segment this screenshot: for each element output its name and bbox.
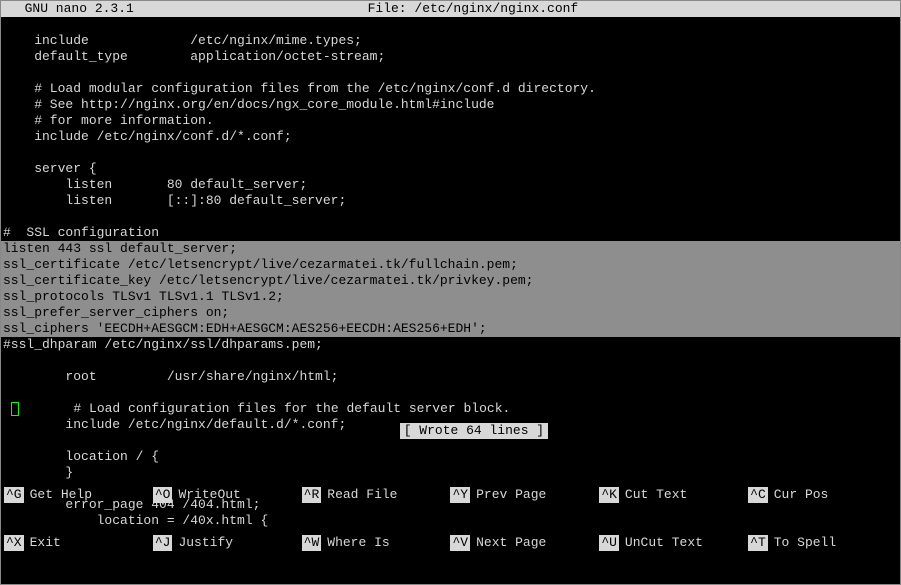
- help-item[interactable]: ^G Get Help: [4, 487, 153, 503]
- help-row-1: ^G Get Help ^O WriteOut ^R Read File ^Y Prev Pa…: [4, 487, 897, 503]
- help-item[interactable]: ^J Justify: [153, 535, 302, 551]
- help-item[interactable]: ^T To Spell: [748, 535, 897, 551]
- buffer-line[interactable]: [1, 65, 900, 81]
- nano-titlebar: GNU nano 2.3.1 File: /etc/nginx/nginx.co…: [1, 1, 900, 17]
- help-label: Get Help: [30, 487, 92, 503]
- status-line-wrap: [ Wrote 64 lines ]: [4, 407, 897, 455]
- help-key: ^W: [302, 535, 322, 551]
- help-key: ^O: [153, 487, 173, 503]
- buffer-line[interactable]: listen 443 ssl default_server;: [1, 241, 900, 257]
- buffer-line[interactable]: ssl_certificate /etc/letsencrypt/live/ce…: [1, 257, 900, 273]
- help-item[interactable]: ^V Next Page: [450, 535, 599, 551]
- terminal-window: GNU nano 2.3.1 File: /etc/nginx/nginx.co…: [0, 0, 901, 585]
- help-key: ^Y: [450, 487, 470, 503]
- help-item[interactable]: ^C Cur Pos: [748, 487, 897, 503]
- help-label: WriteOut: [178, 487, 240, 503]
- help-item[interactable]: ^W Where Is: [302, 535, 451, 551]
- buffer-line[interactable]: [1, 209, 900, 225]
- buffer-line[interactable]: ssl_protocols TLSv1 TLSv1.1 TLSv1.2;: [1, 289, 900, 305]
- help-row-2: ^X Exit ^J Justify ^W Where Is ^V Next Page ^U Un…: [4, 535, 897, 551]
- nano-help-bar: [ Wrote 64 lines ] ^GGet Help^OWriteOut^…: [2, 375, 899, 583]
- help-key: ^T: [748, 535, 768, 551]
- nano-filename: File: /etc/nginx/nginx.conf: [134, 1, 812, 17]
- help-item[interactable]: ^O WriteOut: [153, 487, 302, 503]
- buffer-line[interactable]: listen [::]:80 default_server;: [1, 193, 900, 209]
- buffer-line[interactable]: server {: [1, 161, 900, 177]
- help-key: ^J: [153, 535, 173, 551]
- buffer-line[interactable]: #ssl_dhparam /etc/nginx/ssl/dhparams.pem…: [1, 337, 900, 353]
- buffer-line[interactable]: # Load modular configuration files from …: [1, 81, 900, 97]
- help-label: UnCut Text: [625, 535, 703, 551]
- help-label: Cut Text: [625, 487, 687, 503]
- help-item[interactable]: ^K Cut Text: [599, 487, 748, 503]
- buffer-line[interactable]: ssl_certificate_key /etc/letsencrypt/liv…: [1, 273, 900, 289]
- help-key: ^K: [599, 487, 619, 503]
- help-label: Exit: [30, 535, 61, 551]
- status-message: [ Wrote 64 lines ]: [400, 423, 548, 439]
- help-key: ^G: [4, 487, 24, 503]
- help-key: ^U: [599, 535, 619, 551]
- buffer-line[interactable]: # SSL configuration: [1, 225, 900, 241]
- help-label: Read File: [327, 487, 397, 503]
- help-label: Cur Pos: [774, 487, 829, 503]
- help-label: Where Is: [327, 535, 389, 551]
- buffer-line[interactable]: listen 80 default_server;: [1, 177, 900, 193]
- help-key: ^X: [4, 535, 24, 551]
- buffer-line[interactable]: include /etc/nginx/mime.types;: [1, 33, 900, 49]
- help-label: Prev Page: [476, 487, 546, 503]
- buffer-line[interactable]: [1, 17, 900, 33]
- help-label: Justify: [178, 535, 233, 551]
- help-key: ^R: [302, 487, 322, 503]
- buffer-line[interactable]: ssl_prefer_server_ciphers on;: [1, 305, 900, 321]
- buffer-line[interactable]: include /etc/nginx/conf.d/*.conf;: [1, 129, 900, 145]
- help-label: To Spell: [774, 535, 836, 551]
- help-item[interactable]: ^Y Prev Page: [450, 487, 599, 503]
- nano-title-right: [812, 1, 892, 17]
- buffer-line[interactable]: [1, 145, 900, 161]
- help-key: ^C: [748, 487, 768, 503]
- nano-version: GNU nano 2.3.1: [9, 1, 134, 17]
- help-item[interactable]: ^X Exit: [4, 535, 153, 551]
- buffer-line[interactable]: ssl_ciphers 'EECDH+AESGCM:EDH+AESGCM:AES…: [1, 321, 900, 337]
- buffer-line[interactable]: # for more information.: [1, 113, 900, 129]
- help-key: ^V: [450, 535, 470, 551]
- buffer-line[interactable]: default_type application/octet-stream;: [1, 49, 900, 65]
- buffer-line[interactable]: [1, 353, 900, 369]
- buffer-line[interactable]: # See http://nginx.org/en/docs/ngx_core_…: [1, 97, 900, 113]
- help-item[interactable]: ^R Read File: [302, 487, 451, 503]
- help-label: Next Page: [476, 535, 546, 551]
- help-item[interactable]: ^U UnCut Text: [599, 535, 748, 551]
